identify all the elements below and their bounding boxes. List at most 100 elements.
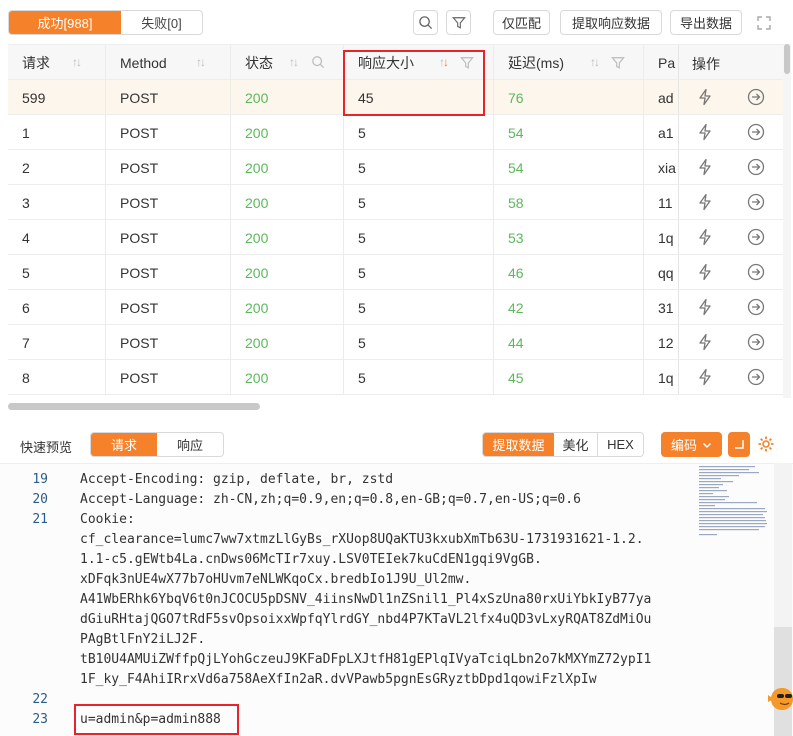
arrow-circle-right-icon[interactable]: [747, 263, 765, 281]
bolt-icon[interactable]: [696, 193, 714, 211]
scroll-thumb[interactable]: [8, 403, 260, 410]
search-icon: [419, 16, 433, 30]
bolt-icon[interactable]: [696, 158, 714, 176]
search-button[interactable]: [413, 10, 438, 35]
cell-status: 200: [231, 255, 344, 290]
table-row[interactable]: 3 POST 200 5 58 11: [8, 185, 784, 220]
cell-status: 200: [231, 360, 344, 395]
cell-id: 5: [8, 255, 106, 290]
cell-size: 5: [344, 255, 494, 290]
bolt-icon[interactable]: [696, 333, 714, 351]
beautify-button[interactable]: 美化: [554, 433, 598, 456]
table-row[interactable]: 1 POST 200 5 54 a1: [8, 115, 784, 150]
expand-icon: [757, 16, 771, 30]
table-vertical-scrollbar[interactable]: [783, 44, 791, 398]
encode-dropdown[interactable]: 编码: [661, 432, 722, 457]
request-preview-editor[interactable]: 19 Accept-Encoding: gzip, deflate, br, zs…: [0, 463, 793, 736]
extract-response-button[interactable]: 提取响应数据: [560, 10, 662, 35]
row-actions: [678, 360, 784, 394]
send-to-button[interactable]: [728, 432, 750, 457]
line-number: 20: [32, 492, 48, 507]
match-only-button[interactable]: 仅匹配: [493, 10, 550, 35]
row-actions: [678, 80, 784, 114]
line-number: 19: [32, 472, 48, 487]
table-row[interactable]: 5 POST 200 5 46 qq: [8, 255, 784, 290]
table-row[interactable]: 6 POST 200 5 42 31: [8, 290, 784, 325]
preview-bar: 快速预览 请求 响应 提取数据 美化 HEX 编码: [0, 424, 793, 464]
arrow-circle-right-icon[interactable]: [747, 228, 765, 246]
cell-latency: 42: [494, 290, 644, 325]
bolt-icon[interactable]: [696, 123, 714, 141]
cell-latency: 53: [494, 220, 644, 255]
col-method[interactable]: Method ↑↓: [106, 45, 231, 80]
cell-status: 200: [231, 325, 344, 360]
arrow-circle-right-icon[interactable]: [747, 123, 765, 141]
extract-data-button[interactable]: 提取数据: [483, 433, 554, 456]
bolt-icon[interactable]: [696, 88, 714, 106]
cell-status: 200: [231, 115, 344, 150]
success-tab[interactable]: 成功[988]: [9, 11, 121, 34]
row-actions: [678, 220, 784, 254]
search-icon[interactable]: [311, 55, 325, 69]
scroll-thumb[interactable]: [784, 44, 790, 74]
cell-method: POST: [106, 360, 231, 395]
arrow-circle-right-icon[interactable]: [747, 298, 765, 316]
cell-method: POST: [106, 185, 231, 220]
bolt-icon[interactable]: [696, 298, 714, 316]
settings-button[interactable]: [757, 435, 775, 453]
response-tab[interactable]: 响应: [157, 433, 223, 456]
cell-method: POST: [106, 290, 231, 325]
cell-status: 200: [231, 80, 344, 115]
table-row[interactable]: 7 POST 200 5 44 12: [8, 325, 784, 360]
arrow-circle-right-icon[interactable]: [747, 193, 765, 211]
code-line: dGiuRHtajQGO7tRdF5svOpsoixxWpfqYlrdGY_nb…: [80, 612, 652, 627]
col-request[interactable]: 请求 ↑↓: [8, 45, 106, 80]
table-horizontal-scrollbar[interactable]: [8, 401, 778, 411]
request-tab[interactable]: 请求: [91, 433, 157, 456]
quick-preview-label: 快速预览: [20, 440, 73, 455]
cell-id: 2: [8, 150, 106, 185]
code-line: cf_clearance=lumc7ww7xtmzLlGyBs_rXUop8UQ…: [80, 532, 644, 547]
arrow-circle-right-icon[interactable]: [747, 88, 765, 106]
hex-button[interactable]: HEX: [598, 433, 643, 456]
sort-icon[interactable]: ↑↓: [196, 55, 206, 69]
bolt-icon[interactable]: [696, 263, 714, 281]
table-row[interactable]: 2 POST 200 5 54 xia: [8, 150, 784, 185]
gear-icon: [758, 436, 774, 452]
cell-id: 1: [8, 115, 106, 150]
code-minimap[interactable]: [697, 463, 773, 538]
cell-id: 4: [8, 220, 106, 255]
code-line: A41WbERhk6YbqV6t0nJCOCU5pDSNV_4iinsNwDl1…: [80, 592, 652, 607]
cell-latency: 76: [494, 80, 644, 115]
scroll-thumb[interactable]: [774, 627, 792, 736]
arrow-circle-right-icon[interactable]: [747, 368, 765, 386]
cell-status: 200: [231, 150, 344, 185]
code-line: Accept-Encoding: gzip, deflate, br, zstd: [80, 472, 394, 487]
bolt-icon[interactable]: [696, 368, 714, 386]
col-status[interactable]: 状态 ↑↓: [231, 45, 344, 80]
cell-latency: 54: [494, 115, 644, 150]
sort-icon[interactable]: ↑↓: [72, 55, 82, 69]
table-row[interactable]: 4 POST 200 5 53 1q: [8, 220, 784, 255]
arrow-circle-right-icon[interactable]: [747, 158, 765, 176]
cell-id: 599: [8, 80, 106, 115]
code-line: tB10U4AMUiZWffpQjLYohGczeuJ9KFaDFpLXJtfH…: [80, 652, 652, 667]
arrow-circle-right-icon[interactable]: [747, 333, 765, 351]
highlight-response-size: [343, 50, 485, 116]
filter-icon[interactable]: [611, 56, 625, 70]
sort-icon[interactable]: ↑↓: [590, 55, 600, 69]
row-actions: [678, 255, 784, 289]
filter-icon: [451, 16, 466, 29]
failure-tab[interactable]: 失败[0]: [121, 11, 202, 34]
code-line: Accept-Language: zh-CN,zh;q=0.9,en;q=0.8…: [80, 492, 581, 507]
cell-status: 200: [231, 290, 344, 325]
fullscreen-button[interactable]: [757, 16, 771, 30]
sort-icon[interactable]: ↑↓: [289, 55, 299, 69]
table-row[interactable]: 8 POST 200 5 45 1q: [8, 360, 784, 395]
cell-method: POST: [106, 255, 231, 290]
export-data-button[interactable]: 导出数据: [670, 10, 742, 35]
col-latency[interactable]: 延迟(ms) ↑↓: [494, 45, 644, 80]
filter-button[interactable]: [446, 10, 471, 35]
preview-format-toggle: 提取数据 美化 HEX: [482, 432, 644, 457]
bolt-icon[interactable]: [696, 228, 714, 246]
